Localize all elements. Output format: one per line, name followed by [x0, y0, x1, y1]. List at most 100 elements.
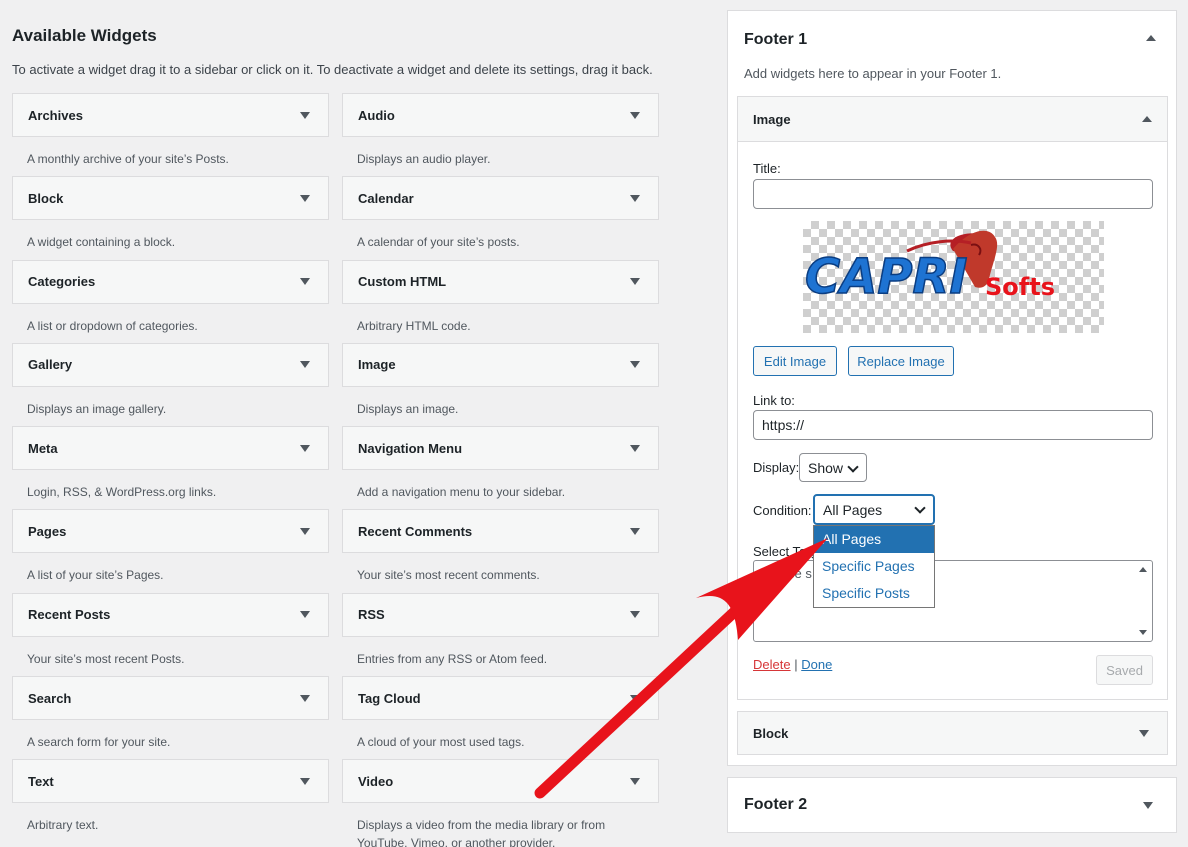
widget-item[interactable]: RSS	[342, 592, 659, 637]
title-label: Title:	[753, 161, 781, 176]
widget-name: Archives	[28, 107, 83, 123]
expand-arrow-icon[interactable]	[630, 194, 640, 202]
available-widget: Recent Posts Your site’s most recent Post…	[12, 592, 329, 676]
footer-1-description: Add widgets here to appear in your Foote…	[744, 66, 1002, 81]
widget-description: Your site’s most recent comments.	[357, 568, 540, 583]
widget-name: Gallery	[28, 357, 73, 373]
available-widget: Categories A list or dropdown of categori…	[12, 259, 329, 343]
widget-description: Login, RSS, & WordPress.org links.	[27, 485, 217, 500]
available-widget: Image Displays an image.	[342, 342, 659, 426]
widget-name: Meta	[28, 440, 58, 456]
link-to-input[interactable]: https://	[753, 410, 1153, 440]
expand-arrow-icon[interactable]	[300, 278, 310, 286]
capri-softs-logo-image: CAPRI Softs	[804, 230, 1055, 306]
condition-select[interactable]: All Pages	[813, 494, 935, 525]
expand-arrow-icon[interactable]	[630, 777, 640, 785]
expand-arrow-icon[interactable]	[300, 777, 310, 785]
done-link[interactable]: Done	[801, 657, 832, 672]
widget-item[interactable]: Archives	[12, 93, 329, 137]
expand-arrow-icon[interactable]	[300, 694, 310, 702]
widget-name: Custom HTML	[358, 274, 447, 290]
widget-item[interactable]: Calendar	[342, 176, 659, 221]
condition-option[interactable]: All Pages	[814, 526, 934, 553]
condition-option[interactable]: Specific Pages	[814, 553, 934, 580]
expand-arrow-icon[interactable]	[630, 694, 640, 702]
expand-arrow-icon[interactable]	[630, 527, 640, 535]
widget-description: Arbitrary text.	[27, 818, 99, 833]
expand-arrow-icon[interactable]	[300, 527, 310, 535]
widget-name: Block	[28, 190, 64, 206]
widget-grid: Archives A monthly archive of your site’s…	[12, 93, 659, 847]
available-widget: Calendar A calendar of your site’s posts.	[342, 176, 659, 259]
title-input[interactable]	[753, 179, 1153, 209]
expand-arrow-icon[interactable]	[300, 444, 310, 452]
available-widget: Meta Login, RSS, & WordPress.org links.	[12, 426, 329, 509]
available-widget: Custom HTML Arbitrary HTML code.	[342, 259, 659, 343]
collapse-arrow-icon[interactable]	[1142, 116, 1152, 122]
widget-name: Video	[358, 773, 394, 789]
widget-description: Displays an image.	[357, 401, 459, 416]
expand-arrow-icon[interactable]	[630, 444, 640, 452]
saved-button[interactable]: Saved	[1096, 655, 1153, 685]
expand-arrow-icon[interactable]	[630, 278, 640, 286]
available-widget: Tag Cloud A cloud of your most used tags.	[342, 676, 659, 759]
available-widget: Pages A list of your site’s Pages.	[12, 509, 329, 592]
widget-name: Pages	[28, 523, 67, 539]
block-widget[interactable]: Block	[737, 711, 1168, 755]
footer-2-sidebar[interactable]: Footer 2	[727, 777, 1177, 833]
widget-description: Add a navigation menu to your sidebar.	[357, 485, 566, 500]
edit-image-button[interactable]: Edit Image	[753, 346, 837, 376]
image-widget-title: Image	[753, 111, 791, 127]
logo-text-main: CAPRI	[805, 249, 967, 305]
widget-item[interactable]: Gallery	[12, 342, 329, 387]
condition-label: Condition:	[753, 503, 812, 518]
expand-arrow-icon[interactable]	[630, 611, 640, 619]
textarea-placeholder: Please s	[762, 566, 812, 581]
expand-arrow-icon[interactable]	[630, 111, 640, 119]
replace-image-button[interactable]: Replace Image	[848, 346, 954, 376]
expand-arrow-icon[interactable]	[300, 111, 310, 119]
select-target-label: Select Targ	[753, 544, 818, 559]
expand-arrow-icon[interactable]	[300, 611, 310, 619]
display-select[interactable]: Show	[799, 453, 867, 482]
display-label: Display:	[753, 460, 800, 475]
widget-item[interactable]: Block	[12, 176, 329, 221]
footer-1-title[interactable]: Footer 1	[744, 31, 807, 49]
available-widget: Archives A monthly archive of your site’s…	[12, 93, 329, 176]
widget-name: Recent Posts	[28, 607, 111, 623]
expand-arrow-icon[interactable]	[300, 361, 310, 369]
image-widget-header[interactable]: Image	[738, 97, 1167, 142]
footer-2-title: Footer 2	[744, 796, 808, 813]
scroll-down-icon[interactable]	[1139, 630, 1147, 635]
widget-item[interactable]: Categories	[12, 259, 329, 304]
widget-item[interactable]: Recent Posts	[12, 592, 329, 637]
expand-arrow-icon[interactable]	[1139, 729, 1149, 737]
widget-item[interactable]: Meta	[12, 426, 329, 471]
expand-arrow-icon[interactable]	[1143, 801, 1153, 809]
chevron-down-icon	[847, 461, 859, 473]
widget-item[interactable]: Video	[342, 759, 659, 804]
available-widgets-description: To activate a widget drag it to a sideba…	[12, 62, 653, 77]
widget-item[interactable]: Search	[12, 676, 329, 721]
widget-item[interactable]: Text	[12, 759, 329, 804]
available-widget: RSS Entries from any RSS or Atom feed.	[342, 592, 659, 676]
widget-description: Displays an image gallery.	[27, 401, 167, 416]
widget-item[interactable]: Image	[342, 342, 659, 387]
widget-description: A cloud of your most used tags.	[357, 735, 525, 750]
widget-item[interactable]: Tag Cloud	[342, 676, 659, 721]
collapse-arrow-icon[interactable]	[1146, 35, 1156, 41]
widget-name: Tag Cloud	[358, 690, 421, 706]
available-widget: Block A widget containing a block.	[12, 176, 329, 259]
widget-description: A list or dropdown of categories.	[27, 318, 198, 333]
condition-option[interactable]: Specific Posts	[814, 580, 934, 607]
widget-item[interactable]: Navigation Menu	[342, 426, 659, 471]
expand-arrow-icon[interactable]	[630, 361, 640, 369]
expand-arrow-icon[interactable]	[300, 194, 310, 202]
widget-item[interactable]: Audio	[342, 93, 659, 137]
scroll-up-icon[interactable]	[1139, 567, 1147, 572]
block-widget-title: Block	[753, 725, 789, 741]
widget-item[interactable]: Pages	[12, 509, 329, 554]
delete-link[interactable]: Delete	[753, 657, 791, 672]
widget-item[interactable]: Recent Comments	[342, 509, 659, 554]
widget-item[interactable]: Custom HTML	[342, 259, 659, 304]
